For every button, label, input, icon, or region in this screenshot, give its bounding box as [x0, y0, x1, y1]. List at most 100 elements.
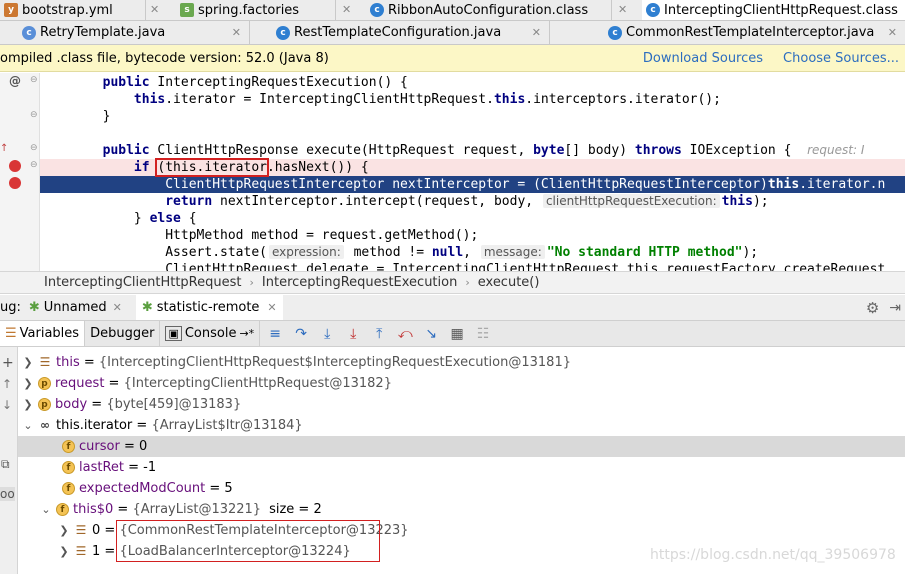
- field-icon: f: [62, 482, 75, 495]
- variable-row[interactable]: f lastRet = -1: [18, 457, 905, 478]
- code-line: ClientHttpRequest delegate = Interceptin…: [165, 262, 886, 271]
- annotation-box: (this.iterator: [155, 158, 269, 177]
- gear-icon[interactable]: ⚙: [866, 299, 879, 317]
- chevron-down-icon[interactable]: ⌄: [40, 503, 52, 516]
- chevron-right-icon[interactable]: ❯: [22, 398, 34, 411]
- up-icon[interactable]: ↑: [2, 377, 12, 391]
- fold-icon[interactable]: ⊖: [30, 75, 38, 85]
- tab-spring-factories[interactable]: s spring.factories: [176, 0, 336, 20]
- console-icon: ▣: [165, 326, 182, 341]
- plus-icon[interactable]: +: [2, 355, 14, 371]
- breadcrumb-class[interactable]: InterceptingClientHttpRequest: [44, 275, 242, 290]
- variable-row[interactable]: f cursor = 0: [18, 436, 905, 457]
- class-file-icon: c: [646, 3, 660, 17]
- variable-row[interactable]: ❯ p body = {byte[459]@13183}: [18, 394, 905, 415]
- decompiled-banner: ompiled .class file, bytecode version: 5…: [0, 45, 905, 72]
- at-annotation-icon: @: [9, 74, 21, 88]
- close-icon[interactable]: ✕: [524, 26, 549, 39]
- variable-row[interactable]: ❯ p request = {InterceptingClientHttpReq…: [18, 373, 905, 394]
- decompiled-message: ompiled .class file, bytecode version: 5…: [0, 50, 329, 66]
- code-line: if (this.iterator.hasNext()) {: [133, 158, 369, 177]
- session-tab-unnamed[interactable]: Unnamed: [44, 300, 107, 315]
- chevron-down-icon[interactable]: ⌄: [22, 419, 34, 432]
- menu-icon[interactable]: ≡: [264, 324, 286, 344]
- field-icon: f: [56, 503, 69, 516]
- close-icon[interactable]: ✕: [150, 3, 159, 16]
- close-icon[interactable]: ✕: [618, 3, 627, 16]
- watch-icon: ∞: [40, 418, 50, 432]
- fold-icon[interactable]: ⊖: [30, 143, 38, 153]
- watermark: https://blog.csdn.net/qq_39506978: [650, 547, 896, 563]
- variables-tree[interactable]: ❯ ☰ this = {InterceptingClientHttpReques…: [18, 347, 905, 574]
- override-arrow-icon: ↑: [0, 143, 9, 154]
- down-icon[interactable]: ↓: [2, 398, 12, 412]
- force-step-into-icon[interactable]: ⤓: [342, 324, 364, 344]
- close-icon[interactable]: ✕: [113, 301, 122, 314]
- variable-row[interactable]: ⌄ ∞ this.iterator = {ArrayList$Itr@13184…: [18, 415, 905, 436]
- variables-icon: ☰: [5, 326, 17, 341]
- copy-icon[interactable]: ⧉: [1, 457, 10, 472]
- breakpoint-icon[interactable]: [9, 160, 21, 172]
- inline-value-hint: request: I: [807, 143, 865, 157]
- editor-tabs-row-1: y bootstrap.yml s spring.factories c Rib…: [0, 0, 905, 21]
- parameter-icon: p: [38, 377, 51, 390]
- code-line: Assert.state(expression: method != null,…: [165, 245, 759, 260]
- field-icon: f: [62, 440, 75, 453]
- code-line: this.iterator = InterceptingClientHttpRe…: [133, 92, 721, 107]
- session-tab-statistic-remote[interactable]: ✱ statistic-remote ✕: [135, 295, 283, 320]
- object-icon: ☰: [75, 523, 87, 537]
- download-sources-link[interactable]: Download Sources: [643, 51, 763, 66]
- code-line: return nextInterceptor.intercept(request…: [165, 194, 769, 209]
- parameter-hint: expression:: [268, 245, 344, 259]
- trace-icon[interactable]: ☷: [472, 324, 494, 344]
- variable-row[interactable]: ⌄ f this$0 = {ArrayList@13221} size = 2: [18, 499, 905, 520]
- fold-icon[interactable]: ⊖: [30, 110, 38, 120]
- tab-bootstrap-yml[interactable]: y bootstrap.yml: [0, 0, 146, 20]
- breakpoint-icon[interactable]: [9, 177, 21, 189]
- choose-sources-link[interactable]: Choose Sources...: [783, 51, 899, 66]
- glasses-icon[interactable]: oo: [0, 487, 15, 501]
- yaml-file-icon: y: [4, 3, 18, 17]
- step-out-icon[interactable]: ⤒: [368, 324, 390, 344]
- annotation-box: [116, 520, 380, 562]
- debug-label: ug:: [0, 300, 21, 315]
- debugger-toolbar: ☰ Variables Debugger ▣ Console →* ≡ ↷ ⤓ …: [0, 320, 905, 347]
- tab-debugger[interactable]: Debugger: [85, 321, 161, 346]
- code-line: public InterceptingRequestExecution() {: [102, 75, 408, 90]
- chevron-right-icon[interactable]: ❯: [22, 377, 34, 390]
- tab-intercepting-client-http-request[interactable]: c InterceptingClientHttpRequest.class: [642, 0, 905, 20]
- chevron-right-icon[interactable]: ❯: [58, 524, 70, 537]
- chevron-right-icon[interactable]: ❯: [58, 545, 70, 558]
- close-icon[interactable]: ✕: [267, 301, 276, 314]
- debug-session-bar: ug: ✱ Unnamed ✕ ✱ statistic-remote ✕ ⚙ ⇥: [0, 295, 905, 320]
- code-editor[interactable]: @ ↑ ⊖ ⊖ ⊖ ⊖ public InterceptingRequestEx…: [0, 73, 905, 271]
- hide-panel-icon[interactable]: ⇥: [889, 300, 901, 316]
- tab-rest-template-configuration[interactable]: c RestTemplateConfiguration.java ✕: [250, 21, 550, 44]
- close-icon[interactable]: ✕: [342, 3, 351, 16]
- tab-variables[interactable]: ☰ Variables: [0, 321, 86, 346]
- fold-icon[interactable]: ⊖: [30, 160, 38, 170]
- variable-row[interactable]: ❯ ☰ this = {InterceptingClientHttpReques…: [18, 352, 905, 373]
- field-icon: f: [62, 461, 75, 474]
- code-line: }: [102, 109, 111, 124]
- chevron-right-icon: ›: [249, 276, 254, 289]
- object-icon: ☰: [75, 544, 87, 558]
- breadcrumb-method[interactable]: execute(): [478, 275, 540, 290]
- tab-common-rest-template-interceptor[interactable]: c CommonRestTemplateInterceptor.java ✕: [550, 21, 905, 44]
- breadcrumb-inner-class[interactable]: InterceptingRequestExecution: [262, 275, 457, 290]
- object-icon: ☰: [39, 355, 51, 369]
- step-into-icon[interactable]: ⤓: [316, 324, 338, 344]
- drop-frame-icon[interactable]: ⤺: [394, 324, 416, 344]
- editor-gutter[interactable]: @ ↑ ⊖ ⊖ ⊖ ⊖: [0, 73, 40, 271]
- chevron-right-icon: ›: [465, 276, 470, 289]
- close-icon[interactable]: ✕: [224, 26, 249, 39]
- tab-retry-template[interactable]: c RetryTemplate.java ✕: [0, 21, 250, 44]
- close-icon[interactable]: ✕: [880, 26, 905, 39]
- tab-console[interactable]: ▣ Console →*: [160, 321, 261, 346]
- tab-ribbon-auto-configuration[interactable]: c RibbonAutoConfiguration.class: [366, 0, 612, 20]
- evaluate-expression-icon[interactable]: ▦: [446, 324, 468, 344]
- step-over-icon[interactable]: ↷: [290, 324, 312, 344]
- variable-row[interactable]: f expectedModCount = 5: [18, 478, 905, 499]
- run-to-cursor-icon[interactable]: ↘: [420, 324, 442, 344]
- chevron-right-icon[interactable]: ❯: [22, 356, 34, 369]
